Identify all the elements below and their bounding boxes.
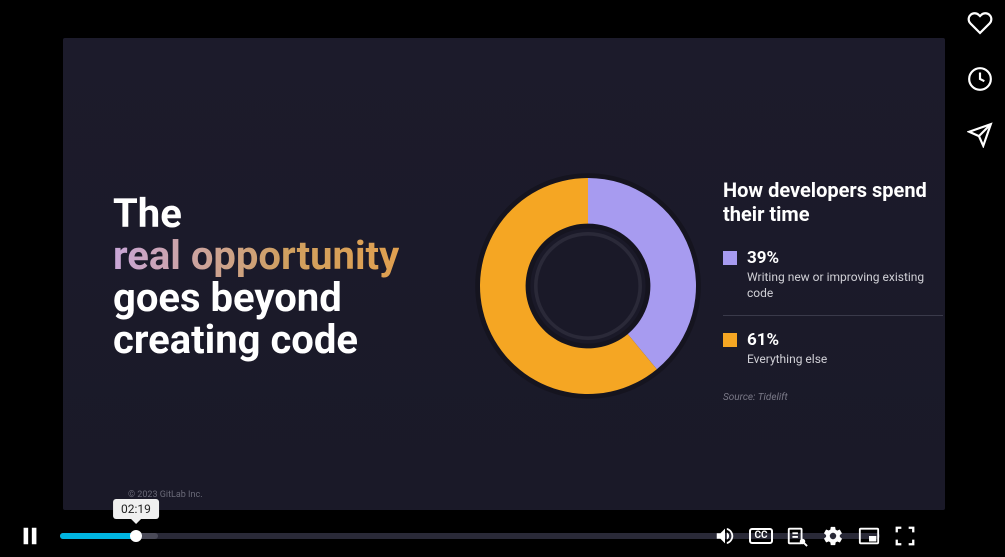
send-icon bbox=[967, 122, 993, 148]
legend-description: Everything else bbox=[747, 352, 827, 368]
fullscreen-button[interactable] bbox=[893, 524, 917, 548]
player-controls-right: CC bbox=[713, 515, 917, 557]
legend-swatch bbox=[723, 333, 737, 347]
legend-swatch bbox=[723, 251, 737, 265]
slide-headline: The real opportunity goes beyond creatin… bbox=[113, 193, 473, 361]
like-button[interactable] bbox=[965, 8, 995, 38]
progress-played bbox=[60, 533, 136, 539]
video-viewport: The real opportunity goes beyond creatin… bbox=[0, 0, 945, 515]
captions-button[interactable]: CC bbox=[749, 524, 773, 548]
legend-description: Writing new or improving existing code bbox=[747, 270, 943, 301]
transcript-button[interactable] bbox=[785, 524, 809, 548]
legend-item: 39%Writing new or improving existing cod… bbox=[723, 248, 943, 301]
headline-part3: goes beyond bbox=[113, 274, 342, 321]
headline-highlight: real opportunity bbox=[113, 232, 399, 279]
progress-thumb[interactable] bbox=[130, 530, 142, 542]
fullscreen-icon bbox=[894, 525, 916, 547]
pause-button[interactable] bbox=[0, 515, 60, 557]
share-button[interactable] bbox=[965, 120, 995, 150]
progress-tooltip: 02:19 bbox=[113, 499, 159, 519]
cc-icon: CC bbox=[749, 528, 772, 544]
legend-text: 61% Everything else bbox=[747, 330, 827, 368]
legend-percent: 39% bbox=[747, 248, 943, 268]
clock-icon bbox=[967, 66, 993, 92]
legend-source: Source: Tidelift bbox=[723, 392, 943, 403]
pip-icon bbox=[858, 525, 880, 547]
tooltip-time: 02:19 bbox=[121, 502, 151, 516]
chart-legend: How developers spend their time 39%Writi… bbox=[723, 178, 943, 403]
heart-icon bbox=[967, 10, 993, 36]
presentation-slide: The real opportunity goes beyond creatin… bbox=[63, 38, 945, 510]
side-actions bbox=[965, 8, 995, 150]
volume-button[interactable] bbox=[713, 524, 737, 548]
watch-later-button[interactable] bbox=[965, 64, 995, 94]
gear-icon bbox=[822, 525, 844, 547]
volume-icon bbox=[714, 525, 736, 547]
headline-part4: creating code bbox=[113, 316, 358, 363]
donut-chart bbox=[468, 166, 708, 406]
legend-text: 39%Writing new or improving existing cod… bbox=[747, 248, 943, 301]
transcript-icon bbox=[786, 525, 808, 547]
pip-button[interactable] bbox=[857, 524, 881, 548]
settings-button[interactable] bbox=[821, 524, 845, 548]
legend-item: 61% Everything else bbox=[723, 330, 943, 368]
legend-percent: 61% bbox=[747, 330, 827, 350]
headline-part1: The bbox=[113, 190, 182, 237]
legend-separator bbox=[723, 315, 943, 316]
legend-title: How developers spend their time bbox=[723, 178, 943, 226]
donut-svg bbox=[468, 166, 708, 406]
pause-icon bbox=[19, 525, 41, 547]
